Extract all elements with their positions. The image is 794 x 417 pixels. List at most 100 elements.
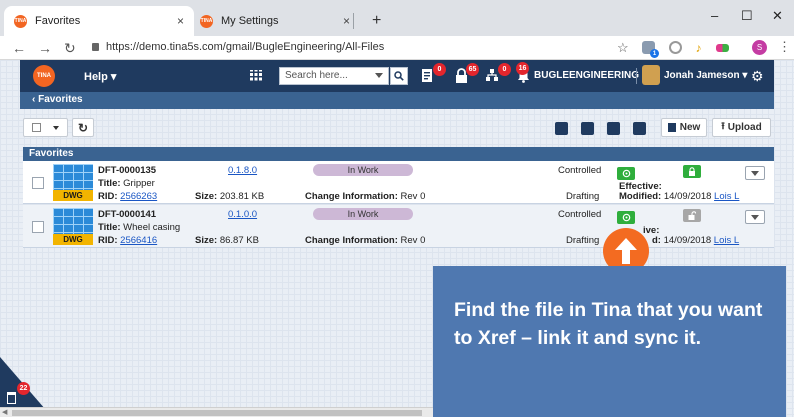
- tasks-badge: 0: [433, 63, 446, 76]
- select-all-dropdown[interactable]: [23, 118, 68, 137]
- star-icon[interactable]: ☆: [617, 40, 629, 56]
- change-info: Change Information: Rev 0: [305, 235, 426, 246]
- favorites-panel-header: Favorites: [23, 147, 774, 161]
- lock-icon: [92, 43, 99, 51]
- change-info: Change Information: Rev 0: [305, 191, 426, 202]
- tab-title: Favorites: [35, 15, 81, 27]
- help-menu[interactable]: Help ▾: [84, 70, 116, 83]
- upload-icon: ⭱: [721, 121, 725, 132]
- row-checkbox[interactable]: [32, 177, 44, 189]
- extension-badge: 1: [650, 49, 659, 58]
- control-status: Controlled: [558, 209, 602, 220]
- status-badge: In Work: [313, 164, 413, 176]
- select-all-checkbox[interactable]: [32, 123, 41, 132]
- tab-close-icon[interactable]: ×: [177, 14, 184, 28]
- tab-favorites[interactable]: TINA Favorites ×: [4, 6, 194, 36]
- search-button[interactable]: [390, 67, 408, 85]
- scroll-left-icon[interactable]: ◀: [2, 408, 7, 416]
- tab-my-settings[interactable]: TINA My Settings ×: [190, 6, 360, 36]
- browser-tab-strip: TINA Favorites × TINA My Settings × + – …: [0, 0, 794, 36]
- minimize-button[interactable]: –: [711, 8, 718, 23]
- user-avatar[interactable]: [642, 65, 660, 85]
- file-title: Title: Wheel casing: [98, 222, 181, 233]
- upload-button[interactable]: ⭱ Upload: [712, 118, 771, 137]
- row-actions-dropdown[interactable]: [745, 166, 765, 180]
- tina-favicon-icon: TINA: [14, 14, 27, 28]
- sync-icon[interactable]: [617, 211, 635, 224]
- modified-info: Modified: 14/09/2018 Lois L: [619, 191, 740, 202]
- tab-close-icon[interactable]: ×: [343, 14, 350, 28]
- instruction-callout: Find the file in Tina that you want to X…: [433, 266, 786, 417]
- new-button[interactable]: New: [661, 118, 707, 137]
- url-text: https://demo.tina5s.com/gmail/BugleEngin…: [106, 41, 385, 53]
- table-row[interactable]: DWG DFT-0000135 Title: Gripper RID: 2566…: [23, 161, 774, 204]
- new-tab-button[interactable]: +: [372, 12, 381, 30]
- calendar-view-icon[interactable]: [633, 122, 646, 135]
- search-input[interactable]: Search here...: [279, 67, 389, 85]
- trash-badge: 22: [17, 382, 30, 395]
- stage-status: Drafting: [566, 191, 600, 202]
- nav-divider: [636, 68, 637, 84]
- search-icon: [394, 71, 404, 81]
- favorites-view-icon[interactable]: [607, 122, 620, 135]
- tina-logo[interactable]: TINA: [33, 65, 55, 87]
- table-row[interactable]: DWG DFT-0000141 Title: Wheel casing RID:…: [23, 205, 774, 248]
- stage-status: Drafting: [566, 235, 600, 246]
- breadcrumb[interactable]: ‹ Favorites: [20, 92, 774, 109]
- maximize-button[interactable]: ☐: [741, 8, 753, 24]
- search-scope-chevron-down-icon[interactable]: [375, 73, 383, 78]
- tab-separator: [353, 13, 354, 29]
- unlocked-status-icon[interactable]: [683, 209, 701, 222]
- tab-title: My Settings: [221, 15, 279, 27]
- file-size: Size: 86.87 KB: [195, 235, 259, 246]
- user-menu[interactable]: Jonah Jameson ▾: [664, 70, 747, 81]
- dwg-file-icon[interactable]: DWG: [53, 164, 93, 201]
- dwg-file-icon[interactable]: DWG: [53, 208, 93, 245]
- trash-icon[interactable]: [7, 392, 16, 404]
- back-arrow-icon[interactable]: ←: [12, 40, 26, 56]
- modified-by-link[interactable]: Lois L: [714, 191, 739, 202]
- scrollbar-thumb[interactable]: [12, 410, 422, 416]
- extension-colorbar-icon[interactable]: [716, 44, 729, 52]
- tina-favicon-icon: TINA: [200, 14, 213, 28]
- file-number: DFT-0000141: [98, 209, 157, 220]
- forward-arrow-icon[interactable]: →: [38, 40, 52, 56]
- reload-icon[interactable]: ↻: [64, 40, 76, 57]
- notifications-badge: 16: [516, 62, 529, 75]
- control-status: Controlled: [558, 165, 602, 176]
- org-badge: 0: [498, 63, 511, 76]
- list-view-icon[interactable]: [555, 122, 568, 135]
- profile-avatar[interactable]: S: [752, 40, 767, 55]
- refresh-button[interactable]: ↻: [72, 118, 94, 137]
- extension-feather-icon[interactable]: ♪: [692, 41, 705, 55]
- chevron-down-icon: [53, 125, 59, 130]
- org-chart-icon[interactable]: [485, 68, 499, 84]
- file-rid: RID: 2566263: [98, 191, 158, 202]
- refresh-icon: ↻: [77, 120, 89, 135]
- file-number: DFT-0000135: [98, 165, 157, 176]
- rid-link[interactable]: 2566416: [120, 235, 157, 246]
- locks-badge: 65: [466, 63, 479, 76]
- lock-status-icon[interactable]: [683, 165, 701, 178]
- row-actions-dropdown[interactable]: [745, 210, 765, 224]
- version-link[interactable]: 0.1.8.0: [228, 165, 257, 176]
- gear-icon[interactable]: ⚙: [751, 68, 764, 85]
- close-window-button[interactable]: ✕: [772, 8, 783, 24]
- file-title: Title: Gripper: [98, 178, 155, 189]
- url-field[interactable]: https://demo.tina5s.com/gmail/BugleEngin…: [92, 41, 384, 53]
- sync-icon[interactable]: [617, 167, 635, 180]
- document-view-icon[interactable]: [581, 122, 594, 135]
- browser-menu-icon[interactable]: ⋮: [778, 39, 791, 55]
- modified-by-link[interactable]: Lois L: [714, 235, 739, 246]
- modified-info: d: 14/09/2018 Lois L: [652, 235, 740, 246]
- address-bar: ← → ↻ https://demo.tina5s.com/gmail/Bugl…: [0, 36, 794, 60]
- extension-circle-icon[interactable]: [669, 41, 682, 54]
- apps-grid-icon[interactable]: [250, 70, 262, 82]
- version-link[interactable]: 0.1.0.0: [228, 209, 257, 220]
- horizontal-scrollbar[interactable]: ◀: [0, 407, 433, 417]
- file-size: Size: 203.81 KB: [195, 191, 265, 202]
- new-file-icon: [667, 123, 676, 132]
- rid-link[interactable]: 2566263: [120, 191, 157, 202]
- row-checkbox[interactable]: [32, 221, 44, 233]
- file-rid: RID: 2566416: [98, 235, 158, 246]
